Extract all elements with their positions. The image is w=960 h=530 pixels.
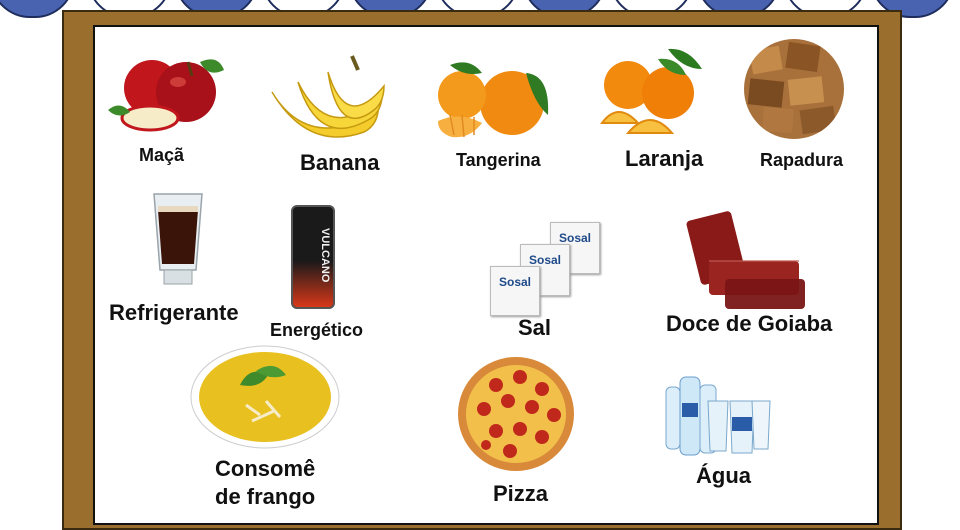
apple-image[interactable]: [100, 50, 230, 132]
salt-label: Sal: [518, 315, 552, 340]
consomme-label-line2: de frango: [215, 484, 316, 509]
energy-can: VULCANO: [291, 205, 335, 309]
rapadura-label: Rapadura: [760, 150, 844, 170]
salt-packet-brand: Sosal: [558, 231, 591, 245]
tangerine-label: Tangerina: [456, 150, 541, 170]
orange-label: Laranja: [625, 146, 704, 171]
soda-glass-image[interactable]: [150, 190, 206, 288]
water-label: Água: [696, 463, 751, 488]
energy-can-brand: VULCANO: [319, 227, 331, 283]
banana-label: Banana: [300, 150, 380, 175]
guava-paste-image[interactable]: [685, 205, 810, 315]
salt-packet-brand: Sosal: [528, 253, 561, 267]
energy-drink-image[interactable]: VULCANO: [291, 205, 335, 309]
orange-image[interactable]: [598, 45, 708, 140]
rapadura-image[interactable]: [743, 38, 845, 140]
guava-paste-label: Doce de Goiaba: [666, 311, 833, 336]
salt-packet: Sosal: [490, 266, 540, 316]
pizza-image[interactable]: [456, 355, 576, 473]
apple-label: Maçã: [139, 145, 185, 165]
consomme-label-line1: Consomê: [215, 456, 316, 481]
energy-drink-label: Energético: [270, 320, 364, 340]
consomme-image[interactable]: [190, 345, 340, 450]
banana-image[interactable]: [268, 52, 388, 142]
tangerine-image[interactable]: [430, 55, 555, 145]
soda-label: Refrigerante: [109, 300, 239, 325]
salt-packet-brand: Sosal: [498, 275, 531, 289]
water-image[interactable]: [662, 373, 772, 458]
pizza-label: Pizza: [493, 481, 549, 506]
